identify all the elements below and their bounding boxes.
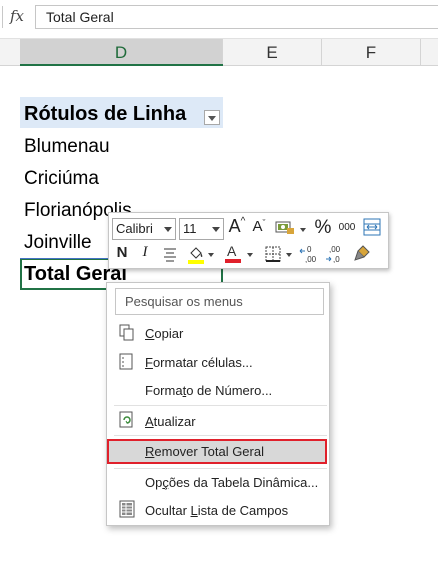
chevron-down-icon [212, 227, 220, 232]
format-painter-icon[interactable] [352, 244, 372, 265]
svg-text:0: 0 [307, 245, 312, 254]
pivot-header-label: Rótulos de Linha [24, 103, 187, 125]
mini-toolbar: Calibri 11 A^ Aˇ % 000 N I A 0,00 ,00,0 [108, 212, 389, 269]
chevron-down-icon [286, 253, 292, 257]
menu-search-input[interactable]: Pesquisar os menus [115, 288, 324, 315]
increase-decimal-icon[interactable]: 0,00 [299, 244, 321, 267]
pivot-row-label[interactable]: Criciúma [24, 168, 99, 190]
chevron-down-icon [208, 253, 214, 257]
svg-text:,00: ,00 [329, 245, 341, 254]
menu-item-remove-grand-total[interactable]: Remover Total Geral [145, 444, 264, 459]
menu-item-format-cells[interactable]: Formatar células... [145, 355, 253, 370]
field-list-icon [119, 500, 135, 518]
menu-separator [114, 435, 327, 436]
chevron-down-icon [300, 228, 306, 232]
menu-item-hide-field-list[interactable]: Ocultar Lista de Campos [145, 503, 288, 518]
column-header-d[interactable]: D [20, 39, 223, 66]
formula-bar-separator [2, 6, 3, 28]
refresh-icon [119, 411, 135, 429]
menu-separator [114, 468, 327, 469]
svg-text:A: A [227, 243, 237, 259]
menu-item-refresh[interactable]: Atualizar [145, 414, 196, 429]
insert-function-icon[interactable]: fx [10, 7, 24, 25]
chevron-down-icon [208, 116, 216, 121]
percent-style-icon[interactable]: % [314, 217, 332, 239]
menu-separator [114, 405, 327, 406]
font-size-dropdown[interactable]: 11 [179, 218, 224, 240]
pivot-row-label[interactable]: Blumenau [24, 136, 110, 158]
column-header-e[interactable]: E [223, 39, 322, 66]
fill-color-icon[interactable] [185, 244, 207, 267]
pivot-row-label[interactable]: Joinville [24, 232, 92, 254]
align-center-icon[interactable] [161, 246, 179, 265]
column-header-row: D E F [0, 38, 438, 66]
chevron-down-icon [247, 253, 253, 257]
formula-value: Total Geral [46, 9, 114, 25]
font-name-value: Calibri [116, 221, 153, 236]
svg-text:,00: ,00 [305, 255, 317, 264]
decrease-decimal-icon[interactable]: ,00,0 [325, 244, 347, 267]
menu-item-number-format[interactable]: Formato de Número... [145, 383, 272, 398]
selected-column-indicator [20, 64, 223, 66]
menu-item-pivot-options[interactable]: Opções da Tabela Dinâmica... [145, 475, 318, 490]
number-format-icon[interactable] [274, 219, 296, 238]
comma-style-icon[interactable]: 000 [336, 222, 358, 233]
format-cells-icon [119, 353, 135, 371]
font-size-value: 11 [183, 221, 197, 236]
merge-center-icon[interactable] [362, 218, 382, 239]
chevron-down-icon [164, 227, 172, 232]
copy-icon [119, 324, 135, 342]
italic-button[interactable]: I [138, 244, 152, 261]
font-color-icon[interactable]: A [224, 243, 242, 266]
menu-item-copy[interactable]: Copiar [145, 326, 183, 341]
font-name-dropdown[interactable]: Calibri [112, 218, 176, 240]
increase-font-size-icon[interactable]: A^ [228, 216, 246, 237]
column-header-f[interactable]: F [322, 39, 421, 66]
bold-button[interactable]: N [114, 244, 130, 261]
decrease-font-size-icon[interactable]: Aˇ [250, 218, 268, 235]
borders-icon[interactable] [264, 246, 282, 265]
svg-text:,0: ,0 [333, 255, 340, 264]
